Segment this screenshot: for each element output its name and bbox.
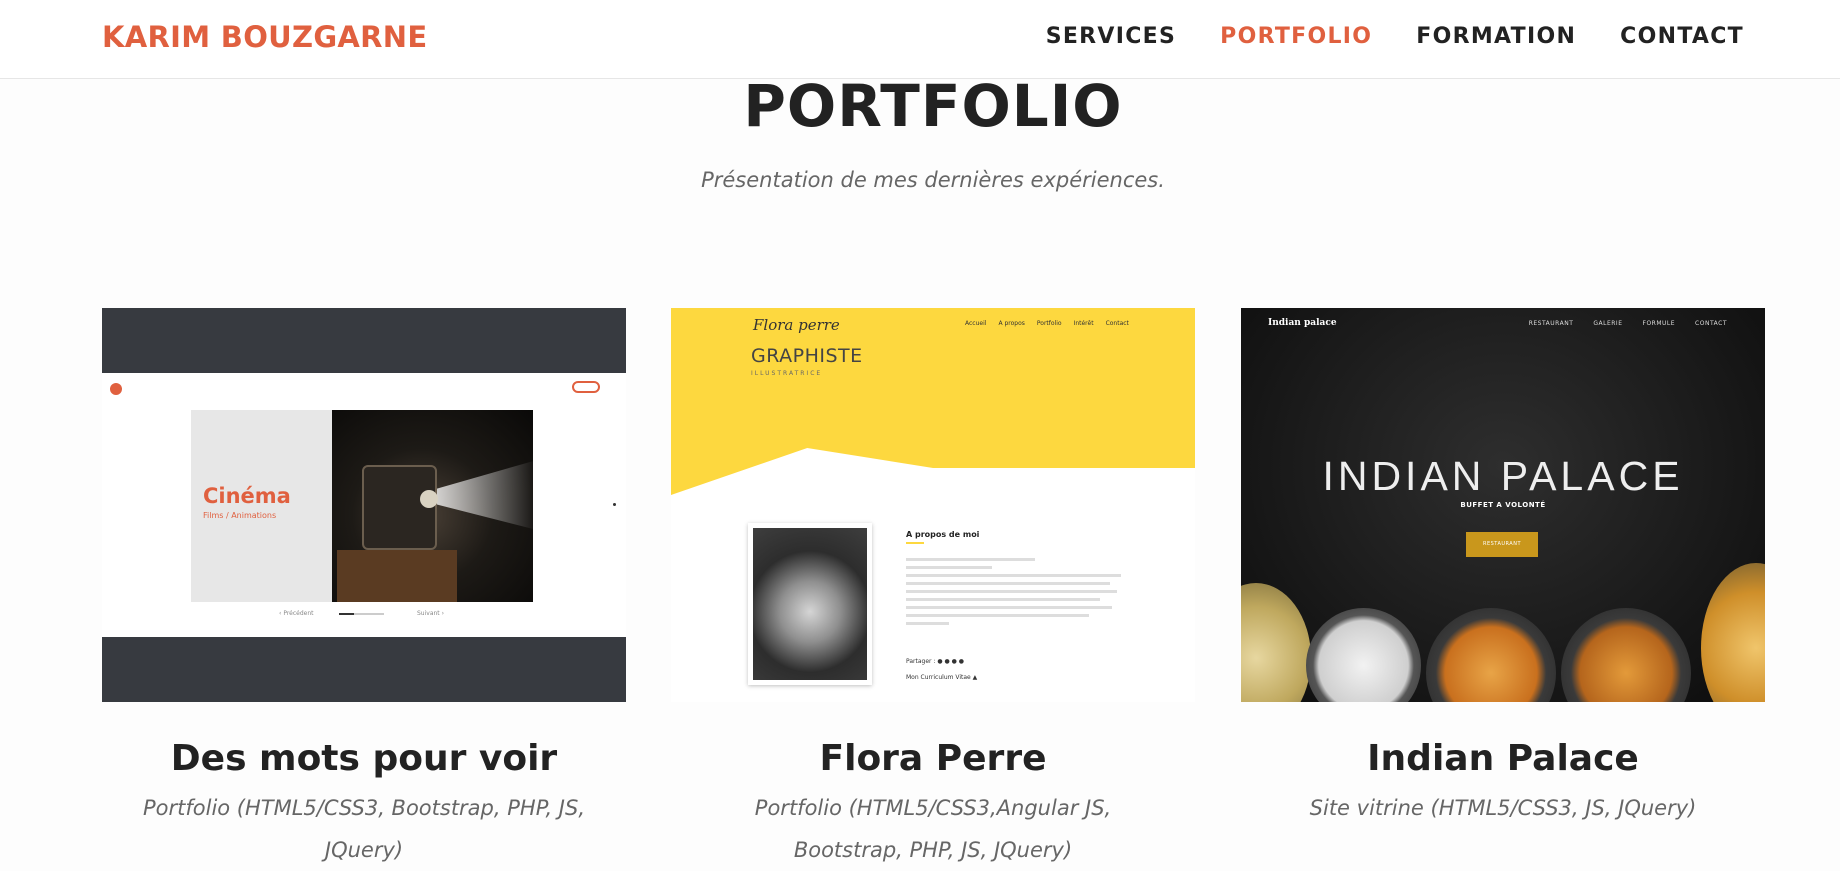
curry-bowl-image (1426, 608, 1556, 702)
menu-item-formation[interactable]: FORMATION (1416, 24, 1576, 49)
project-thumbnail[interactable]: Flora perre Accueil A propos Portfolio Inté… (671, 308, 1195, 702)
project-title: Flora Perre (819, 738, 1047, 779)
white-rice-bowl-image (1306, 608, 1421, 702)
thumbnail-nav: Accueil A propos Portfolio Intérêt Contact (965, 320, 1129, 327)
about-text-lines (906, 558, 1121, 630)
portrait-photo (753, 528, 867, 680)
thumbnail-page: Cinéma Films / Animations ‹ Précédent Su… (102, 373, 626, 637)
side-dish-image (1701, 563, 1765, 702)
projector-base (337, 550, 457, 602)
project-description: Portfolio (HTML5/CSS3, Bootstrap, PHP, J… (142, 796, 586, 862)
top-navbar: KARIM BOUZGARNE SERVICES PORTFOLIO FORMA… (0, 0, 1840, 79)
restaurant-button: RESTAURANT (1466, 532, 1538, 557)
project-title: Indian Palace (1367, 738, 1639, 779)
stew-bowl-image (1561, 608, 1691, 702)
hero-heading: GRAPHISTE (751, 345, 863, 367)
project-thumbnail[interactable]: Cinéma Films / Animations ‹ Précédent Su… (102, 308, 626, 702)
menu-item-portfolio[interactable]: PORTFOLIO (1220, 24, 1372, 49)
project-card-des-mots-pour-voir[interactable]: Cinéma Films / Animations ‹ Précédent Su… (102, 308, 626, 871)
site-logo-icon (110, 383, 122, 395)
hero-subheading: ILLUSTRATRICE (751, 370, 823, 377)
section-title: PORTFOLIO (743, 72, 1123, 140)
site-logo-text (126, 381, 186, 397)
hero-subheading: BUFFET A VOLONTÉ (1460, 501, 1546, 509)
scroll-dot-icon (613, 503, 616, 506)
project-title: Des mots pour voir (170, 738, 558, 779)
light-beam (427, 460, 537, 530)
project-card-indian-palace[interactable]: Indian palace RESTAURANT GALERIE FORMULE CO… (1241, 308, 1765, 829)
cv-link: Mon Curriculum Vitae ▲ (906, 674, 978, 681)
main-menu: SERVICES PORTFOLIO FORMATION CONTACT (1046, 24, 1744, 49)
slide-subheading: Films / Animations (203, 511, 277, 520)
hero-heading: INDIAN PALACE (1322, 453, 1684, 499)
share-row: Partager : ● ● ● ● (906, 658, 964, 665)
yellow-banner (671, 308, 1195, 495)
menu-item-contact[interactable]: CONTACT (1620, 24, 1744, 49)
slide-heading: Cinéma (203, 484, 291, 508)
about-heading: A propos de moi (906, 530, 980, 539)
project-card-flora-perre[interactable]: Flora perre Accueil A propos Portfolio Inté… (671, 308, 1195, 871)
slide-pager: ‹ Précédent (279, 610, 314, 617)
project-thumbnail[interactable]: Indian palace RESTAURANT GALERIE FORMULE CO… (1241, 308, 1765, 702)
menu-pill-icon (572, 381, 600, 393)
slide-pager-next: Suivant › (417, 610, 444, 617)
project-description: Portfolio (HTML5/CSS3,Angular JS, Bootst… (754, 796, 1112, 862)
project-description: Site vitrine (HTML5/CSS3, JS, JQuery) (1309, 796, 1697, 820)
about-underline (906, 542, 924, 544)
brand-logo[interactable]: KARIM BOUZGARNE (102, 20, 427, 54)
site-logo: Indian palace (1268, 318, 1337, 328)
slide-progress (339, 613, 384, 615)
side-menu (109, 475, 169, 482)
lens-icon (420, 490, 438, 508)
menu-item-services[interactable]: SERVICES (1046, 24, 1176, 49)
section-subtitle: Présentation de mes dernières expérience… (701, 168, 1165, 192)
signature-logo: Flora perre (753, 316, 840, 334)
thumbnail-nav: RESTAURANT GALERIE FORMULE CONTACT (1528, 320, 1727, 327)
portrait-frame (748, 523, 872, 685)
projector-photo (332, 410, 537, 602)
rice-bowl-image (1241, 583, 1311, 702)
